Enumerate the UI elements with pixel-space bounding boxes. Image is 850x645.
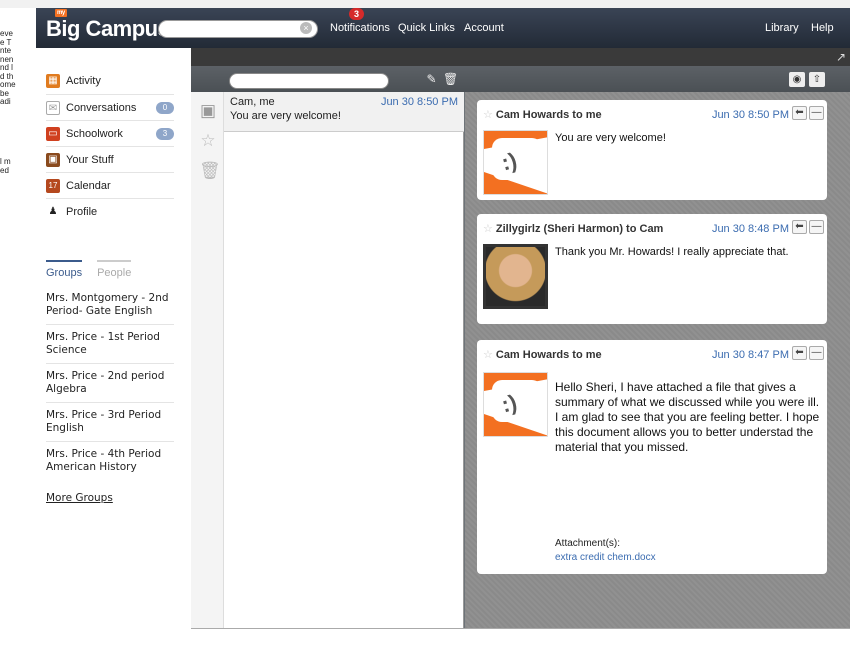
account-link[interactable]: Account xyxy=(464,22,504,34)
minimize-icon[interactable]: — xyxy=(809,220,824,234)
messages-toolbar: ⚲ ✎ 🗑 ◉ ⇧ xyxy=(191,66,850,92)
group-item[interactable]: Mrs. Montgomery - 2nd Period- Gate Engli… xyxy=(46,286,174,325)
avatar xyxy=(483,244,548,309)
group-item[interactable]: Mrs. Price - 3rd Period English xyxy=(46,403,174,442)
conversation-time: Jun 30 8:50 PM xyxy=(380,96,458,108)
clear-icon[interactable]: × xyxy=(300,22,312,34)
message-card: ☆ Zillygirlz (Sheri Harmon) to Cam Jun 30… xyxy=(477,214,827,324)
bg-line: ed xyxy=(0,165,9,175)
sidebar-item-label: Conversations xyxy=(66,101,137,114)
message-time: Jun 30 8:50 PM xyxy=(711,109,789,121)
message-card: ☆ Cam Howards to me Jun 30 8:47 PM ⬅ — :)… xyxy=(477,340,827,574)
avatar: :) xyxy=(483,130,548,195)
reply-icon[interactable]: ⬅ xyxy=(792,346,807,360)
groups-people-tabs: Groups People xyxy=(46,260,131,279)
message-time: Jun 30 8:48 PM xyxy=(711,223,789,235)
compose-icon[interactable]: ✎ xyxy=(424,72,439,87)
group-item[interactable]: Mrs. Price - 4th Period American History xyxy=(46,442,174,480)
reply-icon[interactable]: ⬅ xyxy=(792,220,807,234)
more-groups-link[interactable]: More Groups xyxy=(46,492,113,504)
schoolwork-icon: ▭ xyxy=(46,126,60,141)
message-header: ☆ Cam Howards to me xyxy=(483,348,602,361)
message-time: Jun 30 8:47 PM xyxy=(711,349,789,361)
sidebar-item-label: Activity xyxy=(66,75,101,87)
sidebar-item-activity[interactable]: ▦ Activity xyxy=(46,68,174,94)
group-item[interactable]: Mrs. Price - 1st Period Science xyxy=(46,325,174,364)
top-navigation-bar: my Big Campus ⚲ × 3 Notifications Quick … xyxy=(36,8,850,48)
message-sender: Cam Howards to me xyxy=(495,109,602,121)
background-document-text-2: l m ed xyxy=(0,157,20,175)
message-sender: Zillygirlz (Sheri Harmon) to Cam xyxy=(495,223,664,235)
star-icon[interactable]: ☆ xyxy=(483,349,493,361)
background-window-strip xyxy=(0,0,850,8)
message-actions-column: ▣ ☆ 🗑 xyxy=(191,92,224,628)
tab-people[interactable]: People xyxy=(97,260,131,279)
sidebar-item-label: Profile xyxy=(66,205,98,218)
attachment-label: Attachment(s): xyxy=(555,538,621,549)
minimize-icon[interactable]: — xyxy=(809,106,824,120)
message-header: ☆ Cam Howards to me xyxy=(483,108,602,121)
sidebar: ▦ Activity ✉ Conversations 0 ▭ Schoolwor… xyxy=(36,48,191,645)
notifications-count-badge: 3 xyxy=(349,8,365,20)
popout-icon[interactable]: ↗ xyxy=(836,50,846,64)
sidebar-item-conversations[interactable]: ✉ Conversations 0 xyxy=(46,94,174,120)
sidebar-item-your-stuff[interactable]: ▣ Your Stuff xyxy=(46,146,174,172)
frame-top-strip: ↗ xyxy=(191,48,850,66)
big-campus-logo[interactable]: my Big Campus xyxy=(46,9,170,42)
trash-icon[interactable]: 🗑 xyxy=(199,162,221,180)
avatar: :) xyxy=(483,372,548,437)
messages-area: ⚲ ✎ 🗑 ◉ ⇧ ▣ ☆ 🗑 Cam, me Jun 30 8:50 PM Y… xyxy=(191,66,850,628)
minimize-icon[interactable]: — xyxy=(809,346,824,360)
star-icon[interactable]: ☆ xyxy=(483,109,493,121)
envelope-icon: ✉ xyxy=(46,100,60,115)
quick-links-link[interactable]: Quick Links xyxy=(398,22,455,34)
person-icon: ♟ xyxy=(48,205,58,217)
trash-icon[interactable]: 🗑 xyxy=(443,72,458,87)
sidebar-item-label: Calendar xyxy=(66,179,111,192)
conversation-snippet: You are very welcome! xyxy=(230,110,341,122)
view-icon[interactable]: ◉ xyxy=(789,72,805,87)
conversations-count-badge: 0 xyxy=(156,101,174,114)
library-link[interactable]: Library xyxy=(765,22,799,34)
sidebar-item-profile[interactable]: ♟ Profile xyxy=(46,198,174,224)
conversation-list: Cam, me Jun 30 8:50 PM You are very welc… xyxy=(224,92,464,628)
star-icon[interactable]: ☆ xyxy=(199,132,217,150)
briefcase-icon: ▣ xyxy=(46,152,60,167)
group-item[interactable]: Mrs. Price - 2nd period Algebra xyxy=(46,364,174,403)
message-card: ☆ Cam Howards to me Jun 30 8:50 PM ⬅ — :)… xyxy=(477,100,827,200)
reply-icon[interactable]: ⬅ xyxy=(792,106,807,120)
sidebar-item-schoolwork[interactable]: ▭ Schoolwork 3 xyxy=(46,120,174,146)
message-thread: ☆ Cam Howards to me Jun 30 8:50 PM ⬅ — :)… xyxy=(465,92,850,628)
schoolwork-count-badge: 3 xyxy=(156,127,174,140)
message-search-input[interactable] xyxy=(229,73,389,89)
global-search-input[interactable] xyxy=(158,20,318,38)
tab-groups[interactable]: Groups xyxy=(46,260,82,279)
message-body: Hello Sheri, I have attached a file that… xyxy=(555,380,820,454)
message-header: ☆ Zillygirlz (Sheri Harmon) to Cam xyxy=(483,222,663,235)
notifications-link[interactable]: Notifications xyxy=(330,22,390,34)
list-item[interactable]: Cam, me Jun 30 8:50 PM You are very welc… xyxy=(224,92,464,132)
message-sender: Cam Howards to me xyxy=(495,349,602,361)
message-body: You are very welcome! xyxy=(555,132,666,144)
sidebar-item-calendar[interactable]: 17 Calendar xyxy=(46,172,174,198)
calendar-icon: 17 xyxy=(46,178,60,193)
inbox-icon[interactable]: ▣ xyxy=(199,102,217,120)
message-body: Thank you Mr. Howards! I really apprecia… xyxy=(555,246,789,258)
logo-mini-label: my xyxy=(55,9,67,17)
activity-icon: ▦ xyxy=(46,74,60,88)
attachment-link[interactable]: extra credit chem.docx xyxy=(555,552,656,563)
sidebar-item-label: Schoolwork xyxy=(66,127,123,140)
bottom-bar xyxy=(191,628,850,645)
sidebar-item-label: Your Stuff xyxy=(66,153,114,166)
main-frame: ↗ ▦ Activity ✉ Conversations 0 ▭ Schoolw… xyxy=(36,48,850,645)
help-link[interactable]: Help xyxy=(811,22,834,34)
upload-icon[interactable]: ⇧ xyxy=(809,72,825,87)
star-icon[interactable]: ☆ xyxy=(483,223,493,235)
